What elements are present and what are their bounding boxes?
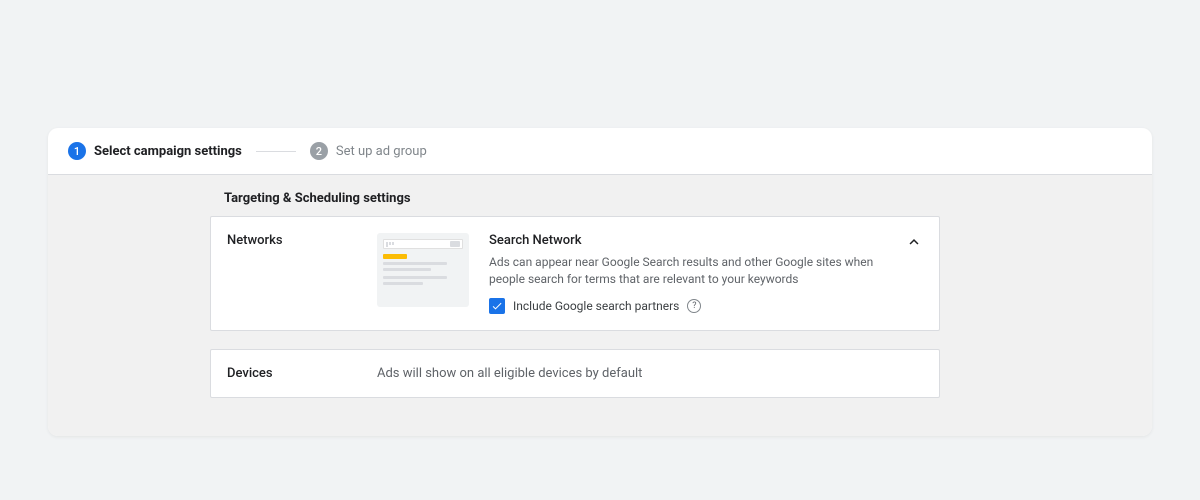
devices-panel[interactable]: Devices Ads will show on all eligible de… bbox=[210, 349, 940, 398]
step-1[interactable]: 1 Select campaign settings bbox=[68, 142, 242, 160]
chevron-up-icon bbox=[905, 233, 923, 251]
search-network-title: Search Network bbox=[489, 233, 883, 248]
networks-label: Networks bbox=[227, 233, 357, 314]
devices-description: Ads will show on all eligible devices by… bbox=[377, 366, 642, 381]
include-partners-label: Include Google search partners bbox=[513, 299, 679, 313]
step-2[interactable]: 2 Set up ad group bbox=[310, 142, 427, 160]
campaign-settings-card: 1 Select campaign settings 2 Set up ad g… bbox=[48, 128, 1152, 436]
collapse-toggle[interactable] bbox=[905, 233, 923, 255]
networks-panel: Networks bbox=[210, 216, 940, 331]
include-partners-checkbox[interactable] bbox=[489, 298, 505, 314]
step-2-label: Set up ad group bbox=[336, 144, 427, 159]
search-network-description: Ads can appear near Google Search result… bbox=[489, 254, 883, 288]
help-icon[interactable]: ? bbox=[687, 299, 701, 313]
section-title: Targeting & Scheduling settings bbox=[210, 187, 940, 216]
settings-body: Targeting & Scheduling settings Networks bbox=[48, 175, 1152, 436]
devices-label: Devices bbox=[227, 366, 357, 381]
step-1-label: Select campaign settings bbox=[94, 144, 242, 159]
step-connector bbox=[256, 151, 296, 152]
step-1-number: 1 bbox=[68, 142, 86, 160]
checkmark-icon bbox=[491, 300, 503, 312]
search-network-thumbnail bbox=[377, 233, 469, 307]
step-2-number: 2 bbox=[310, 142, 328, 160]
stepper: 1 Select campaign settings 2 Set up ad g… bbox=[48, 128, 1152, 175]
